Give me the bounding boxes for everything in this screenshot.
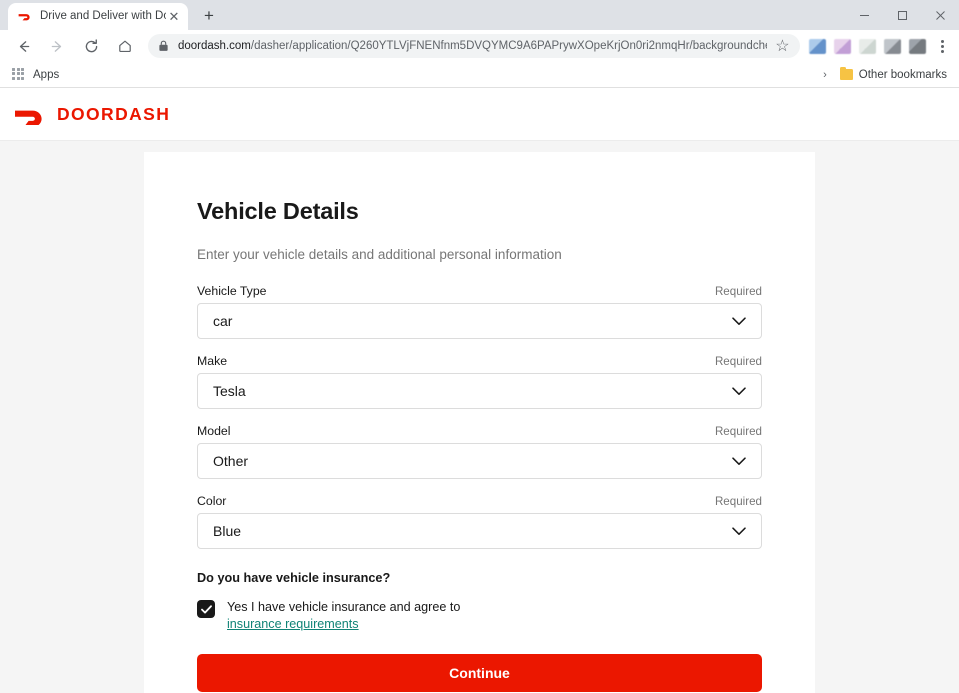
other-bookmarks-folder[interactable]: Other bookmarks (836, 66, 951, 83)
consent-label: Yes I have vehicle insurance and agree t… (227, 600, 461, 614)
field-header: Model Required (197, 424, 762, 438)
select-model[interactable]: Other (197, 443, 762, 479)
insurance-checkbox[interactable] (197, 600, 215, 618)
page-subtitle: Enter your vehicle details and additiona… (197, 247, 562, 262)
apps-label: Apps (33, 68, 60, 81)
page-title: Vehicle Details (197, 198, 359, 224)
insurance-consent-row: Yes I have vehicle insurance and agree t… (197, 599, 762, 633)
window-controls (845, 0, 959, 30)
back-button-icon[interactable] (10, 33, 36, 59)
field-label-make: Make (197, 354, 228, 368)
extension-icon-1[interactable] (808, 38, 826, 54)
insurance-requirements-link[interactable]: insurance requirements (227, 616, 359, 633)
extension-icons (805, 38, 930, 54)
page-viewport: DOORDASH Vehicle Details Enter your vehi… (0, 89, 959, 693)
bookmark-star-icon[interactable]: ☆ (775, 36, 789, 56)
extension-icon-4[interactable] (883, 38, 901, 54)
bookmarks-overflow-icon[interactable]: › (814, 69, 836, 81)
home-button-icon[interactable] (112, 33, 138, 59)
url-path: /dasher/application/Q260YTLVjFNENfnm5DVQ… (250, 40, 768, 52)
tab-title: Drive and Deliver with DoorDash (40, 10, 166, 22)
select-value-model: Other (213, 453, 249, 469)
field-vehicle-type: Vehicle Type Required car (197, 284, 762, 339)
extension-icon-3[interactable] (858, 38, 876, 54)
url-domain: doordash.com (178, 40, 251, 52)
tab-strip: Drive and Deliver with DoorDash ✕ + (0, 0, 959, 30)
extension-icon-5[interactable] (908, 38, 926, 54)
field-required-vehicle-type: Required (714, 285, 762, 298)
field-header: Make Required (197, 354, 762, 368)
lock-icon (158, 40, 170, 52)
doordash-logo[interactable]: DOORDASH (14, 104, 170, 126)
select-value-color: Blue (213, 523, 242, 539)
minimize-window-icon[interactable] (845, 0, 883, 30)
vehicle-details-card: Vehicle Details Enter your vehicle detai… (144, 152, 815, 693)
select-make[interactable]: Tesla (197, 373, 762, 409)
browser-toolbar: doordash.com/dasher/application/Q260YTLV… (0, 30, 959, 62)
doordash-swoosh-icon (14, 104, 48, 126)
select-value-make: Tesla (213, 383, 246, 399)
chevron-down-icon (731, 526, 747, 536)
new-tab-button[interactable]: + (196, 3, 222, 29)
apps-shortcut[interactable]: Apps (8, 66, 63, 84)
field-color: Color Required Blue (197, 494, 762, 549)
browser-menu-icon[interactable] (932, 33, 953, 59)
insurance-consent-text: Yes I have vehicle insurance and agree t… (227, 599, 460, 633)
close-window-icon[interactable] (921, 0, 959, 30)
insurance-question: Do you have vehicle insurance? (197, 571, 391, 585)
maximize-window-icon[interactable] (883, 0, 921, 30)
field-label-vehicle-type: Vehicle Type (197, 284, 267, 298)
apps-grid-icon (12, 67, 26, 82)
browser-window: Drive and Deliver with DoorDash ✕ + (0, 0, 959, 693)
chevron-down-icon (731, 456, 747, 466)
folder-icon (839, 66, 853, 80)
select-color[interactable]: Blue (197, 513, 762, 549)
site-header: DOORDASH (0, 89, 959, 141)
url-text: doordash.com/dasher/application/Q260YTLV… (178, 40, 767, 52)
chevron-down-icon (731, 386, 747, 396)
reload-button-icon[interactable] (78, 33, 104, 59)
forward-button-icon[interactable] (44, 33, 70, 59)
field-label-model: Model (197, 424, 231, 438)
doordash-wordmark: DOORDASH (57, 104, 171, 124)
select-vehicle-type[interactable]: car (197, 303, 762, 339)
extension-icon-2[interactable] (833, 38, 851, 54)
field-header: Vehicle Type Required (197, 284, 762, 298)
bookmarks-bar-right: › Other bookmarks (814, 66, 951, 83)
field-required-color: Required (714, 495, 762, 508)
other-bookmarks-label: Other bookmarks (858, 68, 947, 81)
field-model: Model Required Other (197, 424, 762, 479)
continue-button[interactable]: Continue (197, 654, 762, 692)
address-bar[interactable]: doordash.com/dasher/application/Q260YTLV… (148, 34, 800, 58)
doordash-favicon-icon (17, 9, 33, 25)
field-required-model: Required (714, 425, 762, 438)
field-make: Make Required Tesla (197, 354, 762, 409)
select-value-vehicle-type: car (213, 313, 233, 329)
field-label-color: Color (197, 494, 227, 508)
field-required-make: Required (714, 355, 762, 368)
browser-tab-doordash[interactable]: Drive and Deliver with DoorDash ✕ (8, 3, 188, 30)
chevron-down-icon (731, 316, 747, 326)
close-tab-icon[interactable]: ✕ (166, 9, 182, 25)
field-header: Color Required (197, 494, 762, 508)
bookmarks-bar: Apps › Other bookmarks (0, 62, 959, 88)
